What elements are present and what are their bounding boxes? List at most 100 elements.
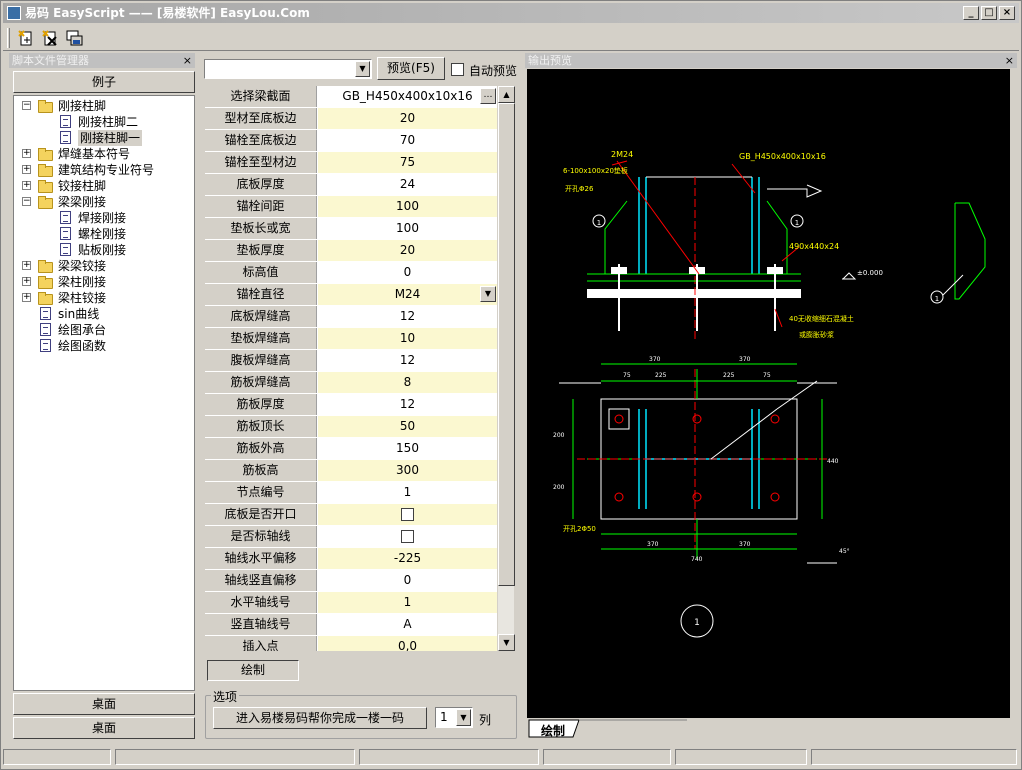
close-button[interactable]: × (999, 6, 1015, 20)
property-row[interactable]: 筋板顶长 50 (205, 416, 497, 438)
property-value[interactable]: 0 (318, 570, 497, 591)
tree-folder[interactable]: − 梁梁刚接 (14, 194, 194, 210)
property-value[interactable]: 0 (318, 262, 497, 283)
property-value[interactable] (318, 526, 497, 547)
preview-button[interactable]: 预览(F5) (377, 57, 445, 80)
property-row[interactable]: 底板厚度 24 (205, 174, 497, 196)
property-checkbox[interactable] (401, 530, 414, 543)
property-row[interactable]: 是否标轴线 (205, 526, 497, 548)
property-value[interactable] (318, 504, 497, 525)
property-value[interactable]: 0,0 (318, 636, 497, 651)
desktop-button-2[interactable]: 桌面 (13, 717, 195, 739)
examples-button[interactable]: 例子 (13, 71, 195, 93)
title-bar[interactable]: 易码 EasyScript —— [易楼软件] EasyLou.Com _ □ … (3, 3, 1019, 23)
property-row[interactable]: 底板是否开口 (205, 504, 497, 526)
tree-folder[interactable]: − 刚接柱脚 (14, 98, 194, 114)
chevron-down-icon[interactable]: ▼ (456, 709, 471, 726)
property-value[interactable]: 100 (318, 196, 497, 217)
property-value[interactable]: 12 (318, 350, 497, 371)
draw-tab-button[interactable]: 绘制 (207, 660, 299, 681)
property-row[interactable]: 插入点 0,0 (205, 636, 497, 651)
output-preview-close-icon[interactable]: × (1005, 53, 1014, 68)
expand-icon[interactable]: + (22, 261, 31, 270)
tree-folder[interactable]: + 梁柱铰接 (14, 290, 194, 306)
maximize-button[interactable]: □ (981, 6, 997, 20)
property-value[interactable]: 10 (318, 328, 497, 349)
property-row[interactable]: 型材至底板边 20 (205, 108, 497, 130)
enter-easylou-button[interactable]: 进入易楼易码帮你完成一楼一码 (213, 707, 427, 729)
property-row[interactable]: 垫板长或宽 100 (205, 218, 497, 240)
save-button[interactable] (63, 27, 85, 49)
expand-icon[interactable]: + (22, 165, 31, 174)
property-checkbox[interactable] (401, 508, 414, 521)
tree-item[interactable]: 刚接柱脚二 (14, 114, 194, 130)
property-value[interactable]: 1 (318, 592, 497, 613)
property-value[interactable]: 75 (318, 152, 497, 173)
desktop-button-1[interactable]: 桌面 (13, 693, 195, 715)
property-row[interactable]: 锚栓至底板边 70 (205, 130, 497, 152)
expand-icon[interactable]: + (22, 293, 31, 302)
script-manager-close-icon[interactable]: × (183, 53, 192, 68)
property-row[interactable]: 节点编号 1 (205, 482, 497, 504)
property-value[interactable]: 300 (318, 460, 497, 481)
property-value[interactable]: GB_H450x400x10x16… (318, 86, 497, 107)
tree-folder[interactable]: + 建筑结构专业符号 (14, 162, 194, 178)
property-value[interactable]: -225 (318, 548, 497, 569)
property-row[interactable]: 筋板焊缝高 8 (205, 372, 497, 394)
property-value[interactable]: 12 (318, 394, 497, 415)
scroll-down-icon[interactable]: ▼ (498, 634, 515, 651)
property-row[interactable]: 底板焊缝高 12 (205, 306, 497, 328)
tree-item[interactable]: sin曲线 (14, 306, 194, 322)
property-value[interactable]: 50 (318, 416, 497, 437)
tree-item[interactable]: 刚接柱脚一 (14, 130, 194, 146)
auto-preview-checkbox[interactable] (451, 63, 464, 76)
property-value[interactable]: M24 ▼ (318, 284, 497, 305)
property-row[interactable]: 锚栓直径 M24 ▼ (205, 284, 497, 306)
property-row[interactable]: 筋板外高 150 (205, 438, 497, 460)
property-row[interactable]: 轴线竖直偏移 0 (205, 570, 497, 592)
property-value[interactable]: A (318, 614, 497, 635)
property-value[interactable]: 1 (318, 482, 497, 503)
property-grid-scrollbar[interactable]: ▲ ▼ (497, 86, 515, 651)
new-script-button[interactable] (15, 27, 37, 49)
expand-icon[interactable]: + (22, 149, 31, 158)
tree-folder[interactable]: + 铰接柱脚 (14, 178, 194, 194)
property-value[interactable]: 20 (318, 108, 497, 129)
property-row[interactable]: 腹板焊缝高 12 (205, 350, 497, 372)
tree-item[interactable]: 绘图承台 (14, 322, 194, 338)
tree-item[interactable]: 贴板刚接 (14, 242, 194, 258)
tree-item[interactable]: 焊接刚接 (14, 210, 194, 226)
property-row[interactable]: 水平轴线号 1 (205, 592, 497, 614)
tree-item[interactable]: 螺栓刚接 (14, 226, 194, 242)
property-value[interactable]: 20 (318, 240, 497, 261)
columns-combo[interactable]: 1 ▼ (435, 707, 473, 728)
expand-icon[interactable]: + (22, 181, 31, 190)
chevron-down-icon[interactable]: ▼ (355, 61, 370, 77)
property-row[interactable]: 锚栓至型材边 75 (205, 152, 497, 174)
expand-icon[interactable]: + (22, 277, 31, 286)
tree-folder[interactable]: + 梁梁铰接 (14, 258, 194, 274)
tree-folder[interactable]: + 焊缝基本符号 (14, 146, 194, 162)
property-value[interactable]: 12 (318, 306, 497, 327)
property-row[interactable]: 标高值 0 (205, 262, 497, 284)
minimize-button[interactable]: _ (963, 6, 979, 20)
property-value[interactable]: 150 (318, 438, 497, 459)
collapse-icon[interactable]: − (22, 197, 31, 206)
chevron-down-icon[interactable]: ▼ (480, 286, 496, 302)
scroll-thumb[interactable] (498, 103, 515, 586)
cad-preview-canvas[interactable]: 1 1 2M24 GB_H450x400x10x16 6-100x100x20垫… (527, 69, 1010, 718)
script-combo[interactable]: ▼ (204, 59, 372, 79)
property-row[interactable]: 筋板厚度 12 (205, 394, 497, 416)
property-row[interactable]: 垫板厚度 20 (205, 240, 497, 262)
property-row[interactable]: 筋板高 300 (205, 460, 497, 482)
tree-item[interactable]: 绘图函数 (14, 338, 194, 354)
delete-script-button[interactable] (39, 27, 61, 49)
property-row[interactable]: 轴线水平偏移 -225 (205, 548, 497, 570)
property-grid[interactable]: 选择梁截面 GB_H450x400x10x16… 型材至底板边 20 锚栓至底板边 70 锚… (205, 86, 497, 651)
property-row[interactable]: 选择梁截面 GB_H450x400x10x16… (205, 86, 497, 108)
property-value[interactable]: 8 (318, 372, 497, 393)
property-value[interactable]: 70 (318, 130, 497, 151)
property-row[interactable]: 竖直轴线号 A (205, 614, 497, 636)
collapse-icon[interactable]: − (22, 101, 31, 110)
scroll-up-icon[interactable]: ▲ (498, 86, 515, 103)
